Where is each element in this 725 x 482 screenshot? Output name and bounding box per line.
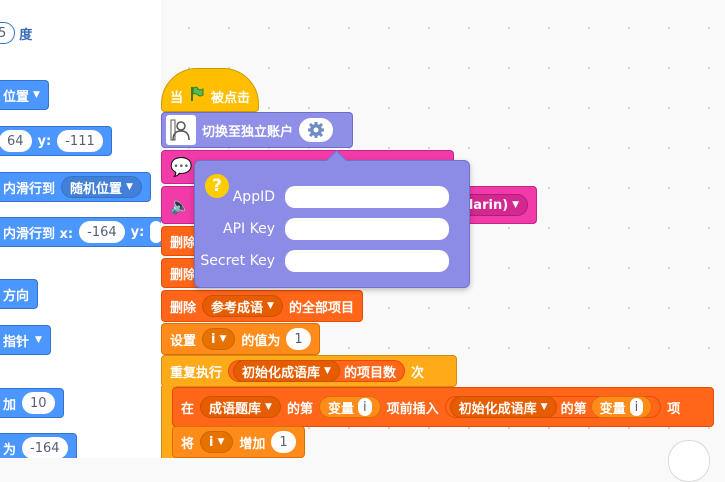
insert-before-label: 项前插入 [386,401,439,417]
secret-key-row: Secret Key [195,250,469,272]
turn-degrees-block[interactable]: 5 度 [0,20,32,46]
increase-label: 增加 [239,436,266,452]
init-lib-dropdown-2[interactable]: 初始化成语库 ▼ [449,396,557,418]
idiom-lib-dropdown[interactable]: 成语题库 ▼ [200,396,281,418]
insert-at-block[interactable]: 在 成语题库 ▼ 的第 变量 i 项前插入 初始化成语库 ▼ 的第 变量 i 项 [172,387,714,427]
value-label: 的值为 [241,333,281,349]
settings-gear-icon[interactable] [299,118,334,142]
item-of-reporter[interactable]: 初始化成语库 ▼ 的第 变量 i [444,396,662,418]
account-extension-icon [166,115,196,145]
add-label: 加 [3,397,17,413]
var-i-dropdown[interactable]: i ▼ [202,328,236,350]
repeat-label: 重复执行 [170,365,223,381]
delete-label: 删除 [170,300,197,316]
speech-bubble-icon: 💬 [170,156,193,178]
set-label: 设置 [170,333,197,349]
set-variable-block[interactable]: 设置 i ▼ 的值为 1 [161,323,320,355]
var-i-reporter-2[interactable]: 变量 i [590,396,653,418]
goto-position-block[interactable]: 位置 ▼ [0,80,49,110]
switch-account-label: 切换至独立账户 [202,124,294,140]
set-x-block[interactable]: 为 -164 [0,433,77,458]
api-key-row: API Key [195,218,469,240]
secret-key-label: Secret Key [200,253,275,269]
x-input[interactable]: 64 [0,130,32,152]
delete-all-block[interactable]: 删除 参考成语 ▼ 的全部项目 [161,290,363,322]
point-direction-block[interactable]: 方向 [0,279,39,309]
direction-label: 方向 [3,288,30,304]
set-value-input[interactable]: 1 [286,328,311,350]
var-i-reporter[interactable]: 变量 i [318,396,381,418]
all-items-label: 的全部项目 [288,300,354,316]
hat-prefix: 当 [170,90,184,106]
secret-key-input[interactable] [285,250,449,272]
degrees-label: 度 [19,27,33,43]
delete-label-2: 删除 [170,267,197,283]
glide-xy-block[interactable]: 内滑行到 x: -164 y: [0,217,161,247]
nth-label-2: 的第 [560,401,587,417]
nth-label: 的第 [286,401,313,417]
item-label: 项 [667,401,681,417]
item-count-reporter[interactable]: 初始化成语库 ▼ 的项目数 [228,360,405,382]
hat-suffix: 被点击 [211,90,251,106]
pointer-dropdown-icon[interactable]: ▼ [35,335,42,345]
random-position-dropdown[interactable]: 随机位置 ▼ [61,176,142,198]
glide-xy-label: 内滑行到 x: [3,226,74,242]
in-label: 在 [181,401,195,417]
degrees-input[interactable]: 5 [0,22,16,44]
appid-input[interactable] [285,186,449,208]
glide-to-label: 内滑行到 [3,181,56,197]
add-input[interactable]: 10 [22,392,55,414]
appid-row: AppID [195,186,469,208]
set-to-label: 为 [3,442,17,458]
y-label: y: [37,133,52,149]
delete-label-1: 删除 [170,235,197,251]
change-variable-block[interactable]: 将 i ▼ 增加 1 [172,426,305,458]
position-dropdown[interactable]: 位置 ▼ [3,86,40,105]
glide-y-label: y: [130,224,145,240]
when-flag-clicked-block[interactable]: 当 被点击 [161,68,259,112]
set-to-input[interactable]: -164 [22,437,68,458]
switch-account-block[interactable]: 切换至独立账户 [161,112,353,148]
ref-idioms-dropdown[interactable]: 参考成语 ▼ [202,295,283,317]
account-settings-popover: ? AppID API Key Secret Key [194,149,470,288]
pointer-label: 指针 [3,334,30,350]
glide-x-input[interactable]: -164 [79,221,125,243]
change-x-block[interactable]: 加 10 [0,388,64,418]
item-count-label: 的项目数 [343,365,396,381]
appid-label: AppID [232,189,275,205]
times-label: 次 [410,365,424,381]
speaker-icon: 🔈 [170,195,190,215]
point-towards-block[interactable]: 指针 ▼ [0,325,51,355]
increase-value-input[interactable]: 1 [271,431,296,453]
block-palette: 5 度 位置▼ 64 y: -111 内滑行到 随机位置▼ 内滑行到 x: -1… [0,0,162,458]
init-lib-dropdown[interactable]: 初始化成语库 ▼ [233,360,340,382]
change-label: 将 [181,436,195,452]
goto-xy-block[interactable]: 64 y: -111 [0,126,112,156]
repeat-block[interactable]: 重复执行 初始化成语库 ▼ 的项目数 次 [161,355,457,387]
glide-random-block[interactable]: 内滑行到 随机位置 ▼ [0,172,151,202]
y-input[interactable]: -111 [57,130,103,152]
zoom-control[interactable] [668,440,710,482]
api-key-label: API Key [223,221,275,237]
change-var-dropdown[interactable]: i ▼ [200,431,234,453]
api-key-input[interactable] [285,218,449,240]
green-flag-icon [189,86,205,106]
